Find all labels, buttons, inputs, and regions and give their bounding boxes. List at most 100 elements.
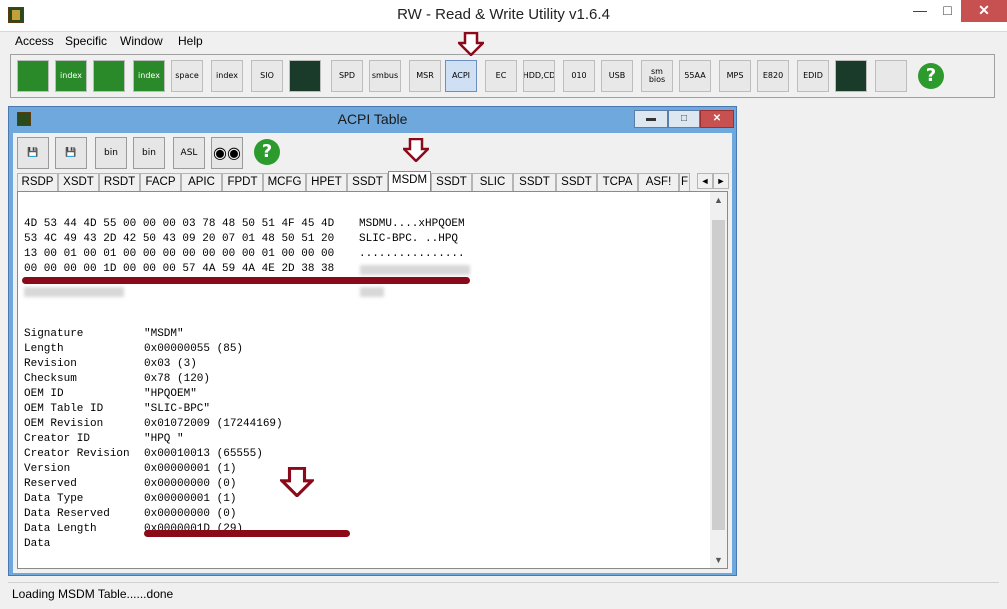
acpi-button[interactable]: ACPI bbox=[445, 60, 477, 92]
toolbar-button-label: sm bios bbox=[648, 67, 666, 84]
field-name: OEM Revision bbox=[24, 418, 104, 430]
down-arrow-icon bbox=[403, 138, 429, 162]
redacted-hex bbox=[24, 287, 124, 297]
tab-ssdt[interactable]: SSDT bbox=[347, 173, 388, 191]
vertical-scrollbar[interactable]: ▲ ▼ bbox=[710, 192, 727, 568]
tab-scroll-left-icon[interactable]: ◄ bbox=[697, 173, 713, 189]
tab-apic[interactable]: APIC bbox=[181, 173, 222, 191]
edid-button[interactable]: EDID bbox=[797, 60, 829, 92]
toolbar-button-label: MPS bbox=[726, 71, 744, 80]
hex-010-button[interactable]: 010 bbox=[563, 60, 595, 92]
help-button[interactable]: ? bbox=[915, 60, 947, 92]
save-all-icon[interactable]: 💾 bbox=[55, 137, 87, 169]
tab-rsdt[interactable]: RSDT bbox=[99, 173, 140, 191]
acpi-table-window: ACPI Table ▬ □ ✕ 💾 💾 bin bin ASL ◉◉ ? RS… bbox=[8, 106, 737, 576]
help-icon[interactable]: ? bbox=[251, 137, 283, 169]
menu-help[interactable]: Help bbox=[178, 34, 203, 48]
acpi-maximize-icon[interactable]: □ bbox=[668, 110, 700, 128]
status-text: Loading MSDM Table......done bbox=[12, 587, 174, 601]
field-value: 0x78 (120) bbox=[144, 373, 211, 385]
scroll-down-icon[interactable]: ▼ bbox=[710, 552, 727, 568]
acpi-help-glyph: ? bbox=[254, 139, 280, 165]
field-name: Length bbox=[24, 343, 64, 355]
save-bin-icon[interactable]: bin bbox=[95, 137, 127, 169]
field-value: "MSDM" bbox=[144, 328, 184, 340]
save-icon[interactable]: 💾 bbox=[17, 137, 49, 169]
field-value: 0x00010013 (65555) bbox=[144, 448, 263, 460]
tab-ssdt[interactable]: SSDT bbox=[513, 173, 556, 191]
asl-icon[interactable]: ASL bbox=[173, 137, 205, 169]
tab-msdm[interactable]: MSDM bbox=[388, 171, 431, 191]
save-bin-label: bin bbox=[104, 148, 118, 158]
msr-button[interactable]: MSR bbox=[409, 60, 441, 92]
sio-button[interactable]: SIO bbox=[251, 60, 283, 92]
toolbar-button-label: index bbox=[60, 71, 82, 80]
scroll-thumb[interactable] bbox=[712, 220, 725, 530]
tab-facp[interactable]: FACP bbox=[140, 173, 181, 191]
close-icon[interactable]: ✕ bbox=[961, 0, 1007, 22]
menu-bar: Access Specific Window Help bbox=[0, 32, 1007, 52]
pci-button[interactable] bbox=[17, 60, 49, 92]
ec-button[interactable]: EC bbox=[485, 60, 517, 92]
title-bar: RW - Read & Write Utility v1.6.4 — □ ✕ bbox=[0, 0, 1007, 32]
tab-hpet[interactable]: HPET bbox=[306, 173, 347, 191]
tab-ssdt[interactable]: SSDT bbox=[556, 173, 597, 191]
toolbar-button-label: HDD,CD bbox=[523, 71, 555, 80]
command-button[interactable] bbox=[835, 60, 867, 92]
tab-slic[interactable]: SLIC bbox=[472, 173, 513, 191]
toolbar-button-label: USB bbox=[608, 71, 626, 80]
55aa-button[interactable]: 55AA bbox=[679, 60, 711, 92]
field-value: 0x03 (3) bbox=[144, 358, 197, 370]
field-value: 0x00000055 (85) bbox=[144, 343, 244, 355]
maximize-icon[interactable]: □ bbox=[934, 0, 961, 22]
menu-access[interactable]: Access bbox=[15, 34, 54, 48]
acpi-minimize-icon[interactable]: ▬ bbox=[634, 110, 668, 128]
io-space-button[interactable]: space bbox=[171, 60, 203, 92]
mps-button[interactable]: MPS bbox=[719, 60, 751, 92]
ascii-line: SLIC-BPC. ..HPQ bbox=[359, 233, 459, 245]
tab-tcpa[interactable]: TCPA bbox=[597, 173, 638, 191]
tab-xsdt[interactable]: XSDT bbox=[58, 173, 99, 191]
field-name: Creator ID bbox=[24, 433, 91, 445]
smbios-button[interactable]: sm bios bbox=[641, 60, 673, 92]
pci-index-button[interactable]: index bbox=[55, 60, 87, 92]
help-glyph: ? bbox=[918, 63, 944, 89]
toolbar-button-label: 010 bbox=[571, 71, 587, 80]
field-value: 0x00000001 (1) bbox=[144, 493, 237, 505]
menu-window[interactable]: Window bbox=[120, 34, 163, 48]
redaction-mark bbox=[22, 277, 470, 284]
spd-button[interactable]: SPD bbox=[331, 60, 363, 92]
field-value: 0x00000001 (1) bbox=[144, 463, 237, 475]
hdd-cd-button[interactable]: HDD,CD bbox=[523, 60, 555, 92]
smbus-button[interactable]: smbus bbox=[369, 60, 401, 92]
tab-fpdt[interactable]: FPDT bbox=[222, 173, 263, 191]
minimize-icon[interactable]: — bbox=[906, 0, 934, 22]
tab-asf[interactable]: ASF! bbox=[638, 173, 679, 191]
save-all-bin-icon[interactable]: bin bbox=[133, 137, 165, 169]
tab-f[interactable]: F bbox=[679, 173, 690, 191]
tab-scroll-right-icon[interactable]: ► bbox=[713, 173, 729, 189]
tab-ssdt[interactable]: SSDT bbox=[431, 173, 472, 191]
usb-button[interactable]: USB bbox=[601, 60, 633, 92]
memory-button[interactable] bbox=[93, 60, 125, 92]
field-value: "SLIC-BPC" bbox=[144, 403, 211, 415]
find-icon[interactable]: ◉◉ bbox=[211, 137, 243, 169]
toolbar-button-label: index bbox=[138, 71, 160, 80]
acpi-body: 💾 💾 bin bin ASL ◉◉ ? RSDP XSDT RSDT FACP API… bbox=[13, 133, 732, 573]
e820-button[interactable]: E820 bbox=[757, 60, 789, 92]
toolbar-button-label: EC bbox=[495, 71, 507, 80]
battery-button[interactable] bbox=[875, 60, 907, 92]
acpi-title-bar: ACPI Table ▬ □ ✕ bbox=[9, 107, 736, 133]
acpi-close-icon[interactable]: ✕ bbox=[700, 110, 734, 128]
scroll-up-icon[interactable]: ▲ bbox=[710, 192, 727, 208]
window-title: RW - Read & Write Utility v1.6.4 bbox=[397, 6, 610, 23]
tab-rsdp[interactable]: RSDP bbox=[17, 173, 58, 191]
memory-index-button[interactable]: index bbox=[133, 60, 165, 92]
field-value: 0x01072009 (17244169) bbox=[144, 418, 283, 430]
field-name: Creator Revision bbox=[24, 448, 130, 460]
tab-mcfg[interactable]: MCFG bbox=[263, 173, 306, 191]
io-index-button[interactable]: index bbox=[211, 60, 243, 92]
ascii-line: ................ bbox=[359, 248, 465, 260]
menu-specific[interactable]: Specific bbox=[65, 34, 107, 48]
scope-button[interactable] bbox=[289, 60, 321, 92]
